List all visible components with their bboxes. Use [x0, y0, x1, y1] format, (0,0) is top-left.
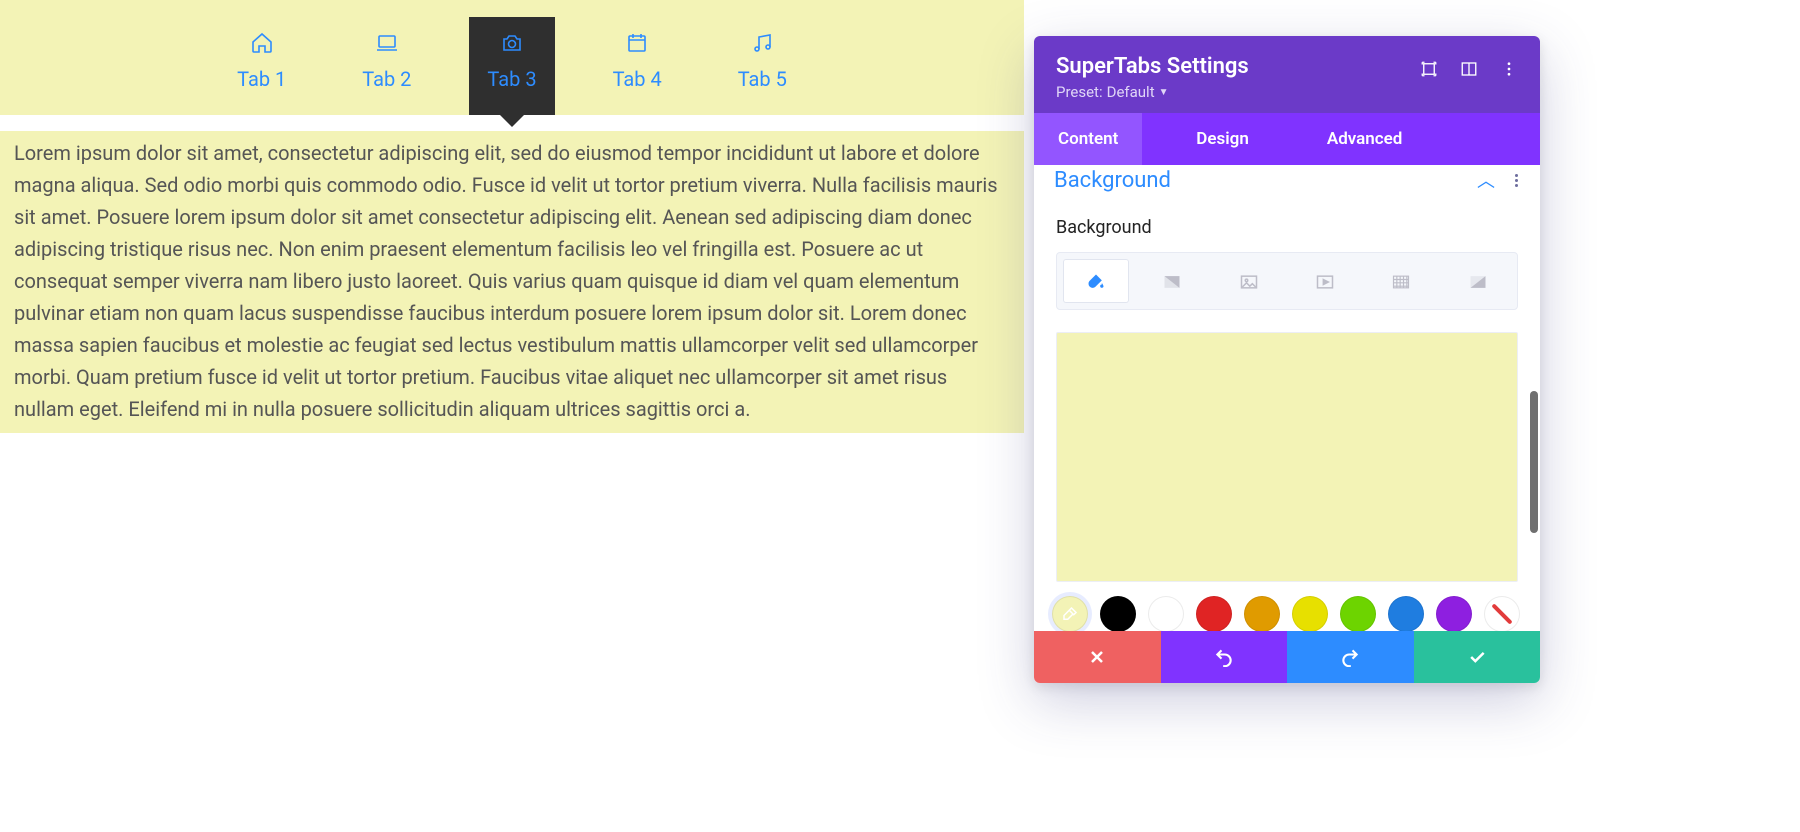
chevron-down-icon: ▼ [1159, 87, 1169, 98]
redo-button[interactable] [1287, 631, 1414, 683]
bg-type-gradient[interactable] [1139, 259, 1205, 303]
preset-selector[interactable]: Preset: Default ▼ [1056, 83, 1249, 101]
bg-type-image[interactable] [1216, 259, 1282, 303]
preset-label: Preset: [1056, 83, 1103, 101]
bg-type-color[interactable] [1063, 259, 1129, 303]
settings-footer [1034, 631, 1540, 683]
swatch-black[interactable] [1100, 596, 1136, 631]
bg-type-mask[interactable] [1445, 259, 1511, 303]
swatch-blue[interactable] [1388, 596, 1424, 631]
save-button[interactable] [1414, 631, 1541, 683]
color-preview[interactable] [1056, 332, 1518, 582]
preview-tab-3[interactable]: Tab 3 [469, 17, 554, 115]
kebab-icon[interactable] [1500, 60, 1518, 78]
tab-content[interactable]: Content [1034, 113, 1142, 165]
tab-advanced[interactable]: Advanced [1303, 113, 1427, 165]
swatch-red[interactable] [1196, 596, 1232, 631]
section-header-background[interactable]: Background ︿ [1056, 165, 1518, 207]
preview-tab-label: Tab 5 [738, 67, 787, 91]
preview-tab-4[interactable]: Tab 4 [595, 17, 680, 115]
image-icon [1239, 272, 1259, 290]
settings-header: SuperTabs Settings Preset: Default ▼ [1034, 36, 1540, 113]
settings-body: Background ︿ Background [1034, 165, 1540, 631]
camera-icon [500, 31, 524, 55]
swatch-yellow[interactable] [1292, 596, 1328, 631]
preview-tab-label: Tab 4 [613, 67, 662, 91]
preview-tab-label: Tab 2 [362, 67, 411, 91]
section-title: Background [1054, 168, 1171, 193]
preview-tab-5[interactable]: Tab 5 [720, 17, 805, 115]
section-kebab-icon[interactable] [1515, 174, 1518, 187]
mask-icon [1468, 272, 1488, 290]
swatch-eyedropper[interactable] [1052, 596, 1088, 631]
preview-tab-1[interactable]: Tab 1 [219, 17, 304, 115]
settings-title: SuperTabs Settings [1056, 54, 1249, 79]
background-type-tabs [1056, 252, 1518, 310]
preview-content-text: Lorem ipsum dolor sit amet, consectetur … [0, 131, 1024, 433]
video-icon [1315, 272, 1335, 290]
chevron-up-icon[interactable]: ︿ [1477, 167, 1495, 193]
swatch-orange[interactable] [1244, 596, 1280, 631]
bg-type-video[interactable] [1292, 259, 1358, 303]
preset-value: Default [1107, 83, 1155, 101]
color-swatches [1034, 582, 1540, 631]
preview-tab-label: Tab 3 [487, 67, 536, 91]
preview-tab-label: Tab 1 [237, 67, 286, 91]
preview-tabbar: Tab 1 Tab 2 Tab 3 Tab 4 [0, 0, 1024, 115]
pattern-icon [1391, 272, 1411, 290]
swatch-green[interactable] [1340, 596, 1376, 631]
gradient-icon [1162, 272, 1182, 290]
tab-design[interactable]: Design [1172, 113, 1273, 165]
preview-area: Tab 1 Tab 2 Tab 3 Tab 4 [0, 0, 1024, 433]
swatch-purple[interactable] [1436, 596, 1472, 631]
laptop-icon [375, 31, 399, 55]
preview-tab-2[interactable]: Tab 2 [344, 17, 429, 115]
calendar-icon [625, 31, 649, 55]
responsive-icon[interactable] [1420, 60, 1438, 78]
field-label-background: Background [1056, 211, 1518, 252]
bg-type-pattern[interactable] [1368, 259, 1434, 303]
settings-panel: SuperTabs Settings Preset: Default ▼ Con… [1034, 36, 1540, 683]
scrollbar[interactable] [1530, 391, 1538, 533]
settings-tabs: Content Design Advanced [1034, 113, 1540, 165]
home-icon [250, 31, 274, 55]
music-icon [750, 31, 774, 55]
swatch-none[interactable] [1484, 596, 1520, 631]
swatch-white[interactable] [1148, 596, 1184, 631]
fill-icon [1086, 272, 1106, 290]
panel-layout-icon[interactable] [1460, 60, 1478, 78]
undo-button[interactable] [1161, 631, 1288, 683]
cancel-button[interactable] [1034, 631, 1161, 683]
